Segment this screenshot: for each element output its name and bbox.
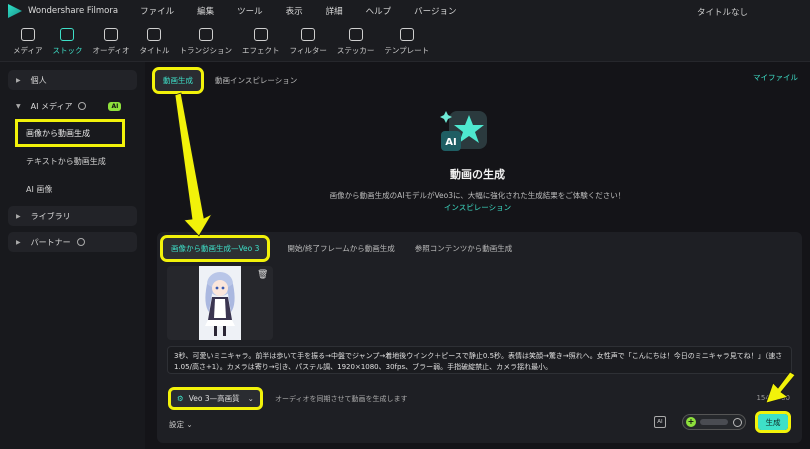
toolbar-label: メディア	[13, 46, 43, 55]
toolbar-media[interactable]: メディア	[13, 22, 42, 56]
sidebar-item-text-to-video[interactable]: テキストから動画生成	[8, 150, 137, 172]
tab-video-inspiration[interactable]: 動画インスピレーション	[215, 75, 297, 86]
toolbar-title[interactable]: タイトル	[139, 22, 169, 56]
chevron-down-icon: ⌄	[186, 420, 193, 429]
ai-badge: AI	[108, 101, 122, 111]
sidebar-item-label: テキストから動画生成	[26, 156, 106, 166]
toolbar-label: オーディオ	[92, 46, 130, 55]
toolbar-filter[interactable]: フィルター	[289, 22, 327, 56]
menu-view[interactable]: 表示	[286, 5, 303, 17]
menu-version[interactable]: バージョン	[414, 5, 456, 17]
sidebar-item-label: 画像から動画生成	[26, 128, 90, 138]
toolbar-sticker[interactable]: ステッカー	[336, 22, 375, 56]
toolbar-label: ステッカー	[336, 46, 375, 55]
menu-help[interactable]: ヘルプ	[366, 5, 392, 17]
toolbar-label: エフェクト	[241, 46, 280, 55]
character-counter: 154/1500	[756, 394, 790, 402]
model-select-value: Veo 3—高画質	[188, 394, 240, 403]
ai-video-hero-icon: AI	[440, 111, 487, 151]
media-icon	[20, 28, 35, 41]
chevron-right-icon: ▶	[16, 76, 21, 84]
tab-start-end-frame[interactable]: 開始/終了フレームから動画生成	[287, 243, 394, 254]
sidebar-item-label: AI 画像	[26, 184, 53, 194]
toolbar-label: トランジション	[179, 46, 232, 55]
add-credits-icon[interactable]: +	[686, 417, 696, 427]
template-icon	[399, 28, 414, 41]
filter-icon	[301, 28, 316, 41]
chevron-down-icon: ▼	[16, 102, 21, 110]
anime-character-image	[199, 266, 241, 340]
generate-button[interactable]: 生成	[755, 411, 791, 433]
main-panel: 動画生成 動画インスピレーション マイファイル AI 動画の生成 画像から動画生…	[145, 62, 810, 449]
delete-image-icon[interactable]: 🗑	[257, 270, 269, 282]
sidebar-item-ai-media[interactable]: ▼ AI メディア AI	[8, 96, 137, 116]
tab-video-generation[interactable]: 動画生成	[152, 67, 204, 94]
inspiration-link[interactable]: インスピレーション	[145, 202, 810, 213]
title-bar: Wondershare Filmora ファイル 編集 ツール 表示 詳細 ヘル…	[0, 0, 810, 22]
menu-tools[interactable]: ツール	[237, 5, 263, 17]
sidebar-item-partner[interactable]: ▶ パートナー	[8, 232, 137, 252]
sidebar-item-ai-image[interactable]: AI 画像	[8, 178, 137, 200]
menu-edit[interactable]: 編集	[197, 5, 214, 17]
sidebar: ▶ 個人 ▼ AI メディア AI 画像から動画生成 テキストから動画生成 AI…	[0, 62, 145, 449]
stock-icon	[60, 28, 75, 41]
top-tabs: 動画生成 動画インスピレーション	[152, 67, 297, 94]
hero-description: 画像から動画生成のAIモデルがVeo3に、大幅に強化された生成結果をご体験くださ…	[329, 191, 626, 200]
model-settings-icon: ⚙	[177, 394, 184, 403]
toolbar-label: タイトル	[139, 46, 170, 55]
generation-tabs: 画像から動画生成—Veo 3 開始/終了フレームから動画生成 参照コンテンツから…	[159, 235, 513, 262]
settings-dropdown[interactable]: 設定 ⌄	[169, 419, 193, 430]
effect-icon	[253, 28, 268, 41]
generation-panel: 画像から動画生成—Veo 3 開始/終了フレームから動画生成 参照コンテンツから…	[157, 232, 802, 443]
audio-sync-note: オーディオを同期させて動画を生成します	[275, 395, 408, 403]
sidebar-item-label: ライブラリ	[30, 211, 71, 221]
sidebar-item-personal[interactable]: ▶ 個人	[8, 70, 137, 90]
toolbar-effect[interactable]: エフェクト	[241, 22, 280, 56]
settings-label: 設定	[169, 420, 184, 429]
chevron-right-icon: ▶	[16, 238, 21, 246]
sidebar-item-library[interactable]: ▶ ライブラリ	[8, 206, 137, 226]
transition-icon	[198, 28, 213, 41]
sidebar-item-label: パートナー	[30, 237, 71, 247]
chevron-down-icon: ⌄	[247, 394, 254, 403]
my-files-link[interactable]: マイファイル	[753, 72, 798, 83]
toolbar-audio[interactable]: オーディオ	[92, 22, 129, 56]
model-select[interactable]: ⚙ Veo 3—高画質 ⌄	[168, 387, 263, 410]
ai-assist-button[interactable]: AI	[654, 416, 666, 428]
toolbar-template[interactable]: テンプレート	[384, 22, 429, 56]
hero-title: 動画の生成	[450, 168, 505, 181]
svg-text:AI: AI	[445, 137, 456, 148]
filmora-logo-icon	[8, 4, 22, 18]
credits-value-hidden	[700, 419, 728, 425]
menu-advanced[interactable]: 詳細	[326, 5, 343, 17]
toolbar-stock[interactable]: ストック	[52, 22, 82, 56]
help-icon[interactable]	[76, 238, 85, 246]
audio-icon	[103, 28, 118, 41]
toolbar-label: フィルター	[289, 46, 327, 55]
sidebar-item-label: 個人	[30, 75, 47, 85]
uploaded-image-thumbnail[interactable]: 🗑	[167, 266, 273, 340]
sidebar-item-image-to-video[interactable]: 画像から動画生成	[15, 119, 125, 147]
help-icon[interactable]	[78, 102, 87, 110]
tab-image-to-video-veo3[interactable]: 画像から動画生成—Veo 3	[159, 235, 271, 262]
credits-pill[interactable]: +	[682, 414, 746, 430]
menu-bar: ファイル 編集 ツール 表示 詳細 ヘルプ バージョン	[140, 5, 479, 17]
toolbar-label: ストック	[52, 46, 83, 55]
title-icon	[147, 28, 162, 41]
sidebar-item-label: AI メディア	[30, 101, 73, 111]
tab-reference-content[interactable]: 参照コンテンツから動画生成	[415, 243, 513, 254]
app-name: Wondershare Filmora	[28, 6, 119, 16]
toolbar-transition[interactable]: トランジション	[179, 22, 232, 56]
menu-file[interactable]: ファイル	[140, 5, 174, 17]
sticker-icon	[348, 28, 363, 41]
prompt-textarea[interactable]: 3秒、可愛いミニキャラ。前半は歩いて手を振る→中盤でジャンプ→着地後ウインク＋ピ…	[167, 346, 792, 374]
chevron-right-icon: ▶	[16, 212, 21, 220]
help-icon[interactable]	[733, 417, 742, 427]
toolbar-label: テンプレート	[384, 46, 430, 55]
document-title: タイトルなし	[696, 8, 748, 18]
top-toolbar: メディア ストック オーディオ タイトル トランジション エフェクト フィルター…	[0, 22, 810, 62]
